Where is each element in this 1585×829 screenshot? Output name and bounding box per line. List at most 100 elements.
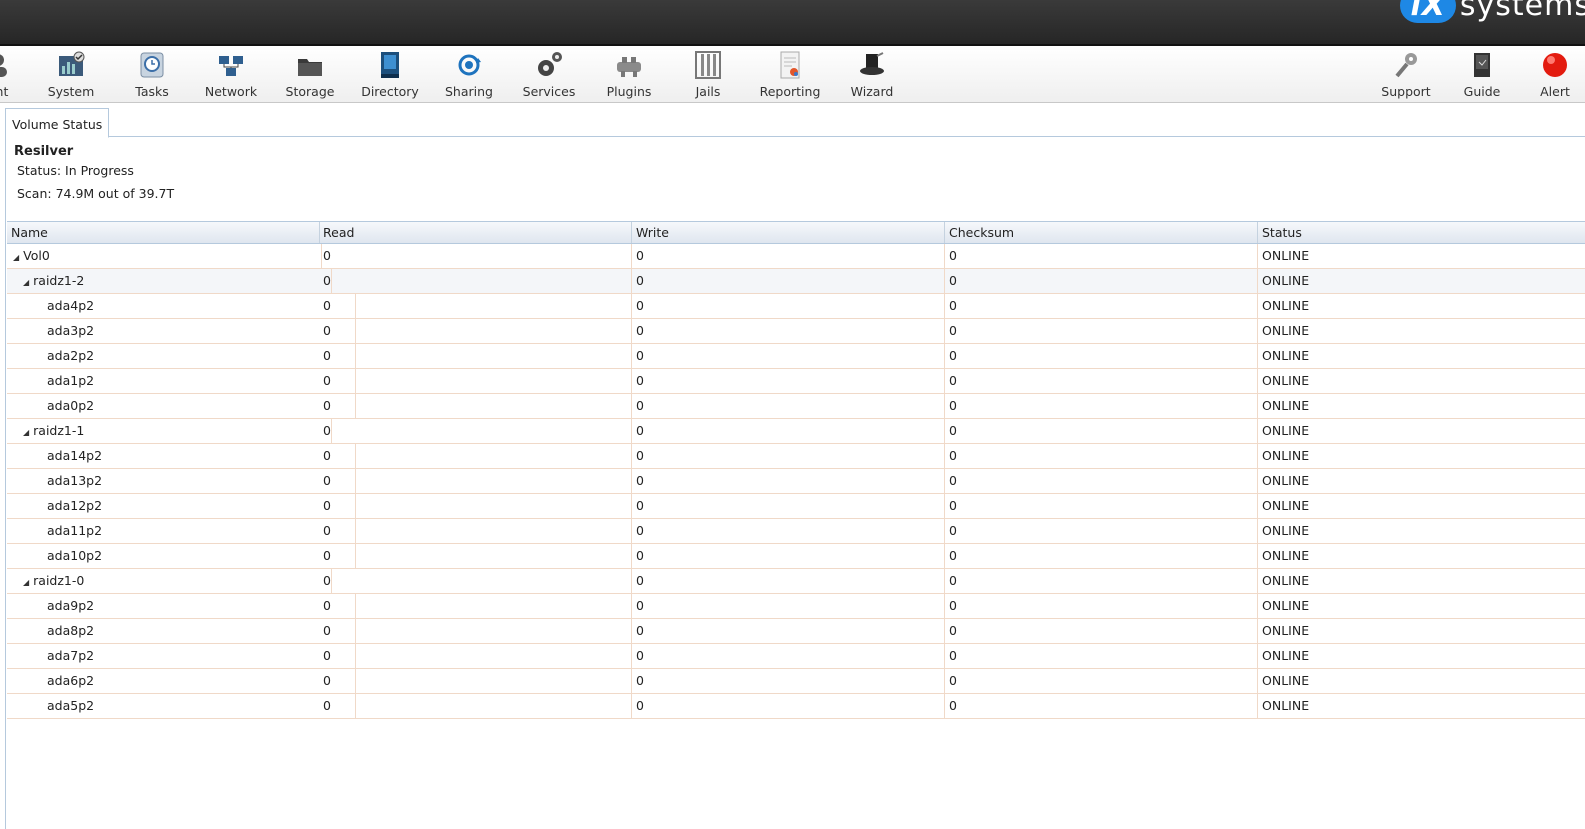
write-text: 0 <box>636 248 644 263</box>
toolbar-alert[interactable]: Alert <box>1515 50 1585 99</box>
cell-status: ONLINE <box>1258 469 1585 493</box>
cell-status: ONLINE <box>1258 394 1585 418</box>
toolbar-jails[interactable]: Jails <box>668 50 748 99</box>
cell-checksum: 0 <box>945 244 1258 268</box>
toolbar-storage[interactable]: Storage <box>270 50 350 99</box>
expand-toggle-icon[interactable]: ◢ <box>23 271 29 295</box>
write-text: 0 <box>636 348 644 363</box>
column-header-status[interactable]: Status <box>1258 222 1585 243</box>
toolbar-label: Reporting <box>759 84 821 99</box>
checksum-text: 0 <box>949 348 957 363</box>
table-row[interactable]: ada11p2 0 0 0 ONLINE <box>7 519 1585 544</box>
cell-status: ONLINE <box>1258 269 1585 293</box>
column-header-write[interactable]: Write <box>632 222 945 243</box>
toolbar-reporting[interactable]: Reporting <box>750 50 830 99</box>
table-row[interactable]: ada10p2 0 0 0 ONLINE <box>7 544 1585 569</box>
cell-checksum: 0 <box>945 594 1258 618</box>
write-text: 0 <box>636 623 644 638</box>
table-row[interactable]: ada8p2 0 0 0 ONLINE <box>7 619 1585 644</box>
toolbar-wizard[interactable]: Wizard <box>832 50 912 99</box>
expand-toggle-icon[interactable]: ◢ <box>23 571 29 595</box>
table-row[interactable]: ada5p2 0 0 0 ONLINE <box>7 694 1585 719</box>
toolbar-sharing[interactable]: Sharing <box>429 50 509 99</box>
status-text: ONLINE <box>1262 548 1310 563</box>
tab-bar: Volume Status <box>5 106 1585 138</box>
toolbar-label: Storage <box>285 84 335 99</box>
status-text: ONLINE <box>1262 448 1310 463</box>
cell-name: ◢ raidz1-2 <box>7 269 332 293</box>
cell-name: ada9p2 <box>7 594 356 618</box>
name-text: Vol0 <box>23 248 50 263</box>
write-text: 0 <box>636 548 644 563</box>
write-text: 0 <box>636 473 644 488</box>
table-row[interactable]: ◢ Vol0 0 0 0 ONLINE <box>7 244 1585 269</box>
column-header-read[interactable]: Read <box>319 222 632 243</box>
table-row[interactable]: ada1p2 0 0 0 ONLINE <box>7 369 1585 394</box>
table-row[interactable]: ada4p2 0 0 0 ONLINE <box>7 294 1585 319</box>
table-row[interactable]: ada14p2 0 0 0 ONLINE <box>7 444 1585 469</box>
cell-write: 0 <box>632 594 945 618</box>
toolbar-label: Services <box>522 84 576 99</box>
status-text: ONLINE <box>1262 273 1310 288</box>
cell-write: 0 <box>632 369 945 393</box>
table-row[interactable]: ada2p2 0 0 0 ONLINE <box>7 344 1585 369</box>
toolbar-support[interactable]: Support <box>1366 50 1446 99</box>
resilver-status: Status: In Progress <box>17 163 134 178</box>
read-text: 0 <box>323 673 331 688</box>
cell-name: ada8p2 <box>7 619 356 643</box>
cell-checksum: 0 <box>945 519 1258 543</box>
toolbar-services[interactable]: Services <box>509 50 589 99</box>
status-text: ONLINE <box>1262 573 1310 588</box>
expand-toggle-icon[interactable]: ◢ <box>13 246 19 270</box>
expand-toggle-icon[interactable]: ◢ <box>23 421 29 445</box>
checksum-text: 0 <box>949 498 957 513</box>
toolbar-guide[interactable]: Guide <box>1442 50 1522 99</box>
toolbar-network[interactable]: Network <box>191 50 271 99</box>
cell-checksum: 0 <box>945 394 1258 418</box>
table-row[interactable]: ada7p2 0 0 0 ONLINE <box>7 644 1585 669</box>
column-header-checksum[interactable]: Checksum <box>945 222 1258 243</box>
toolbar-tasks[interactable]: Tasks <box>112 50 192 99</box>
checksum-text: 0 <box>949 448 957 463</box>
toolbar-label: System <box>47 84 95 99</box>
read-text: 0 <box>323 473 331 488</box>
cell-read: 0 <box>319 319 632 343</box>
cell-read: 0 <box>319 544 632 568</box>
cell-write: 0 <box>632 569 945 593</box>
table-row[interactable]: ada12p2 0 0 0 ONLINE <box>7 494 1585 519</box>
toolbar-plugins[interactable]: Plugins <box>589 50 669 99</box>
cell-read: 0 <box>319 419 632 443</box>
table-row[interactable]: ada0p2 0 0 0 ONLINE <box>7 394 1585 419</box>
status-text: ONLINE <box>1262 248 1310 263</box>
toolbar-system[interactable]: System <box>31 50 111 99</box>
cell-write: 0 <box>632 644 945 668</box>
table-row[interactable]: ◢ raidz1-1 0 0 0 ONLINE <box>7 419 1585 444</box>
column-header-name[interactable]: Name <box>7 222 320 243</box>
checksum-text: 0 <box>949 248 957 263</box>
cell-status: ONLINE <box>1258 244 1585 268</box>
checksum-text: 0 <box>949 573 957 588</box>
read-text: 0 <box>323 573 331 588</box>
cell-checksum: 0 <box>945 419 1258 443</box>
table-row[interactable]: ◢ raidz1-2 0 0 0 ONLINE <box>7 269 1585 294</box>
table-row[interactable]: ada3p2 0 0 0 ONLINE <box>7 319 1585 344</box>
read-text: 0 <box>323 598 331 613</box>
checksum-text: 0 <box>949 273 957 288</box>
checksum-text: 0 <box>949 673 957 688</box>
table-row[interactable]: ada13p2 0 0 0 ONLINE <box>7 469 1585 494</box>
toolbar-directory[interactable]: Directory <box>350 50 430 99</box>
table-row[interactable]: ◢ raidz1-0 0 0 0 ONLINE <box>7 569 1585 594</box>
cell-checksum: 0 <box>945 319 1258 343</box>
checksum-text: 0 <box>949 423 957 438</box>
tab-volume-status[interactable]: Volume Status <box>5 108 110 138</box>
cell-write: 0 <box>632 344 945 368</box>
table-row[interactable]: ada9p2 0 0 0 ONLINE <box>7 594 1585 619</box>
read-text: 0 <box>323 398 331 413</box>
table-row[interactable]: ada6p2 0 0 0 ONLINE <box>7 669 1585 694</box>
write-text: 0 <box>636 423 644 438</box>
cell-status: ONLINE <box>1258 644 1585 668</box>
cell-status: ONLINE <box>1258 494 1585 518</box>
cell-checksum: 0 <box>945 494 1258 518</box>
write-text: 0 <box>636 523 644 538</box>
cell-name: ada11p2 <box>7 519 356 543</box>
